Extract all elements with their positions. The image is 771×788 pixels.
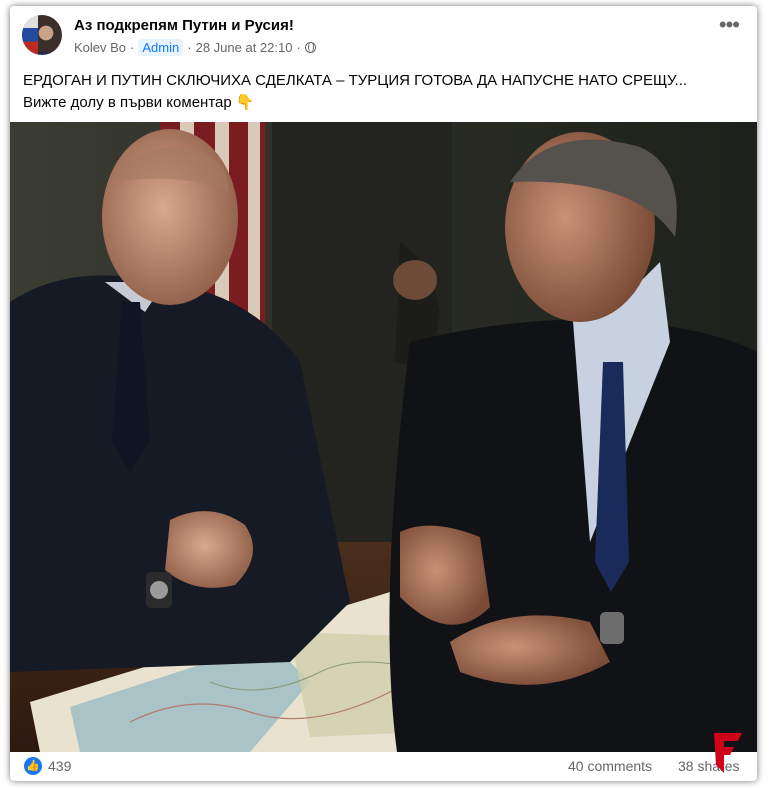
post-header: Аз подкрепям Путин и Русия! Kolev Bo · A… xyxy=(10,6,757,66)
reaction-count[interactable]: 439 xyxy=(48,758,71,774)
author-name-link[interactable]: Kolev Bo xyxy=(74,40,126,55)
comments-count-link[interactable]: 40 comments xyxy=(568,758,652,774)
post-meta: Kolev Bo · Admin · 28 June at 22:10 · xyxy=(74,39,316,56)
factcheck-logo-icon xyxy=(714,733,742,773)
meta-separator: · xyxy=(130,40,135,55)
post-timestamp[interactable]: 28 June at 22:10 xyxy=(196,40,293,55)
group-name-link[interactable]: Аз подкрепям Путин и Русия! xyxy=(74,17,294,34)
post-text: ЕРДОГАН И ПУТИН СКЛЮЧИХА СДЕЛКАТА – ТУРЦ… xyxy=(23,70,743,114)
admin-badge: Admin xyxy=(138,39,184,56)
more-options-icon[interactable]: ••• xyxy=(719,14,740,36)
facebook-post-card: Аз подкрепям Путин и Русия! Kolev Bo · A… xyxy=(10,6,757,781)
group-avatar[interactable] xyxy=(22,15,62,55)
photo-illustration xyxy=(10,122,757,752)
post-photo[interactable] xyxy=(10,122,757,752)
meta-separator: · xyxy=(296,40,301,55)
meta-separator: · xyxy=(187,40,192,55)
post-text-line: ЕРДОГАН И ПУТИН СКЛЮЧИХА СДЕЛКАТА – ТУРЦ… xyxy=(23,72,688,89)
like-icon[interactable]: 👍 xyxy=(24,757,42,775)
globe-icon xyxy=(304,42,316,53)
post-text-line: Вижте долу в първи коментар 👇 xyxy=(23,94,255,111)
flag-graphic xyxy=(22,15,38,55)
post-footer: 👍 439 40 comments 38 shares xyxy=(10,752,757,781)
